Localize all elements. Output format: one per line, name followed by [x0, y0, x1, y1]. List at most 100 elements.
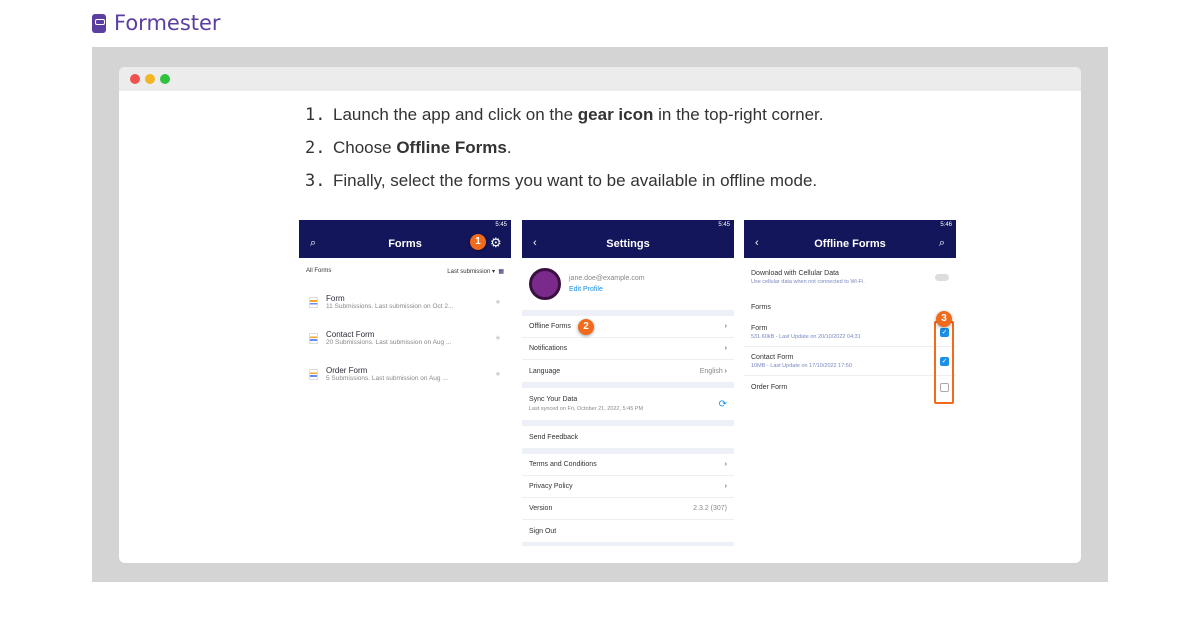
page-title: Settings — [606, 238, 650, 250]
star-icon[interactable]: ★ — [495, 334, 501, 342]
filter-bar: All Forms Last submission ▾ ▦ — [306, 268, 504, 275]
offline-forms-item[interactable]: Offline Forms › 2 — [522, 316, 734, 338]
step-number: 1. — [305, 105, 326, 125]
sync-item[interactable]: Sync Your Data Last synced on Fri, Octobe… — [522, 388, 734, 420]
step-badge-1: 1 — [470, 234, 486, 250]
feedback-item[interactable]: Send Feedback — [522, 426, 734, 448]
item-label: Privacy Policy — [529, 483, 573, 490]
browser-window: 1. Launch the app and click on the gear i… — [119, 67, 1081, 563]
sort-dropdown[interactable]: Last submission — [447, 269, 490, 275]
chevron-right-icon: › — [724, 461, 727, 468]
highlight-box — [934, 321, 954, 404]
settings-screen: 5:45 ‹ Settings jane.doe@example.com Edit… — [522, 220, 734, 546]
form-meta: 20 Submissions. Last submission on Aug .… — [326, 339, 452, 346]
form-icon — [309, 332, 318, 344]
step-text: Finally, select the forms you want to be… — [333, 171, 818, 190]
status-time: 5:45 — [718, 222, 730, 228]
step-3: 3. Finally, select the forms you want to … — [305, 171, 823, 204]
privacy-item[interactable]: Privacy Policy › — [522, 476, 734, 498]
brand-name: Formester — [114, 11, 221, 35]
form-list-item[interactable]: Contact Form 20 Submissions. Last submiss… — [299, 320, 511, 356]
setting-label: Download with Cellular Data — [751, 269, 839, 277]
form-meta: 5 Submissions. Last submission on Aug ..… — [326, 375, 448, 382]
cellular-toggle[interactable] — [935, 273, 949, 281]
star-icon[interactable]: ★ — [495, 298, 501, 306]
item-label: Offline Forms — [529, 323, 571, 330]
offline-form-item[interactable]: Order Form — [744, 376, 956, 398]
form-meta: 531.60kB - Last Update on 20/10/2022 04:… — [751, 333, 861, 340]
language-value: English — [699, 367, 723, 375]
form-meta: 10MB - Last Update on 17/10/2022 17:50 — [751, 362, 852, 369]
screenshot-frame: 1. Launch the app and click on the gear i… — [92, 47, 1108, 582]
minimize-dot-icon[interactable] — [145, 74, 155, 84]
item-label: Sign Out — [529, 527, 557, 535]
page-title: Offline Forms — [814, 238, 886, 250]
avatar — [529, 268, 561, 300]
step-badge-3: 3 — [936, 311, 952, 327]
star-icon[interactable]: ★ — [495, 370, 501, 378]
item-label: Send Feedback — [529, 433, 579, 441]
sign-out-item[interactable]: Sign Out — [522, 520, 734, 542]
status-time: 5:45 — [495, 222, 507, 228]
email: jane.doe@example.com — [569, 275, 645, 282]
offline-form-item[interactable]: Contact Form 10MB - Last Update on 17/10/… — [744, 347, 956, 376]
step-number: 3. — [305, 171, 326, 191]
notifications-item[interactable]: Notifications › — [522, 338, 734, 360]
item-label: Terms and Conditions — [529, 461, 597, 468]
sync-status: Last synced on Fri, October 21, 2022, 5:… — [529, 406, 644, 412]
form-list-item[interactable]: Form 11 Submissions. Last submission on O… — [299, 284, 511, 320]
cellular-data-setting: Download with Cellular Data Use cellular … — [744, 258, 956, 296]
search-icon[interactable]: ⌕ — [939, 237, 945, 250]
item-label: Notifications — [529, 345, 568, 352]
step-text: . — [506, 138, 512, 157]
app-header: 5:46 ‹ Offline Forms ⌕ — [744, 220, 956, 258]
step-2: 2. Choose Offline Forms. — [305, 138, 823, 171]
language-item[interactable]: Language English › — [522, 360, 734, 382]
sync-icon[interactable]: ⟳ — [719, 399, 727, 410]
form-icon — [309, 368, 318, 380]
status-time: 5:46 — [940, 222, 952, 228]
form-meta: 11 Submissions. Last submission on Oct 2… — [326, 303, 454, 310]
form-name: Contact Form — [751, 353, 794, 361]
form-name: Form — [326, 294, 345, 303]
close-dot-icon[interactable] — [130, 74, 140, 84]
offline-form-item[interactable]: Form 531.60kB - Last Update on 20/10/2022… — [744, 318, 956, 347]
item-label: Sync Your Data — [529, 396, 578, 403]
app-header: 5:45 ‹ Settings — [522, 220, 734, 258]
instruction-list: 1. Launch the app and click on the gear i… — [305, 105, 823, 204]
forms-screen: 5:45 ⌕ Forms 1 ⚙ All Forms Last submissi… — [299, 220, 511, 392]
form-icon — [309, 296, 318, 308]
edit-profile-link[interactable]: Edit Profile — [569, 286, 645, 293]
form-name: Form — [751, 324, 768, 332]
step-number: 2. — [305, 138, 326, 158]
terms-item[interactable]: Terms and Conditions › — [522, 454, 734, 476]
gear-icon[interactable]: ⚙ — [490, 235, 502, 251]
setting-description: Use cellular data when not connected to … — [751, 278, 865, 285]
step-badge-2: 2 — [578, 319, 594, 335]
app-header: 5:45 ⌕ Forms 1 ⚙ — [299, 220, 511, 258]
all-forms-filter[interactable]: All Forms — [306, 268, 331, 274]
chevron-right-icon: › — [724, 483, 727, 490]
profile-section: jane.doe@example.com Edit Profile — [522, 258, 734, 310]
logo-icon — [92, 13, 106, 33]
form-name: Contact Form — [326, 330, 375, 339]
step-text: in the top-right corner. — [653, 105, 824, 124]
item-label: Language — [529, 367, 561, 375]
step-text: Launch the app and click on the — [333, 105, 578, 124]
maximize-dot-icon[interactable] — [160, 74, 170, 84]
version-value: 2.3.2 (307) — [693, 505, 727, 512]
form-name: Order Form — [751, 383, 788, 391]
brand-logo: Formester — [92, 11, 221, 35]
form-list-item[interactable]: Order Form 5 Submissions. Last submission… — [299, 356, 511, 392]
offline-forms-screen: 5:46 ‹ Offline Forms ⌕ Download with Cel… — [744, 220, 956, 404]
step-1: 1. Launch the app and click on the gear i… — [305, 105, 823, 138]
step-bold: Offline Forms — [396, 138, 507, 157]
grid-view-icon[interactable]: ▦ — [498, 269, 504, 275]
window-titlebar — [119, 67, 1081, 91]
section-label: Forms — [751, 303, 771, 311]
chevron-right-icon: › — [724, 323, 727, 330]
chevron-right-icon: › — [724, 345, 727, 352]
step-bold: gear icon — [577, 105, 654, 124]
form-name: Order Form — [326, 366, 368, 375]
forms-section-header: Forms — [744, 296, 956, 318]
